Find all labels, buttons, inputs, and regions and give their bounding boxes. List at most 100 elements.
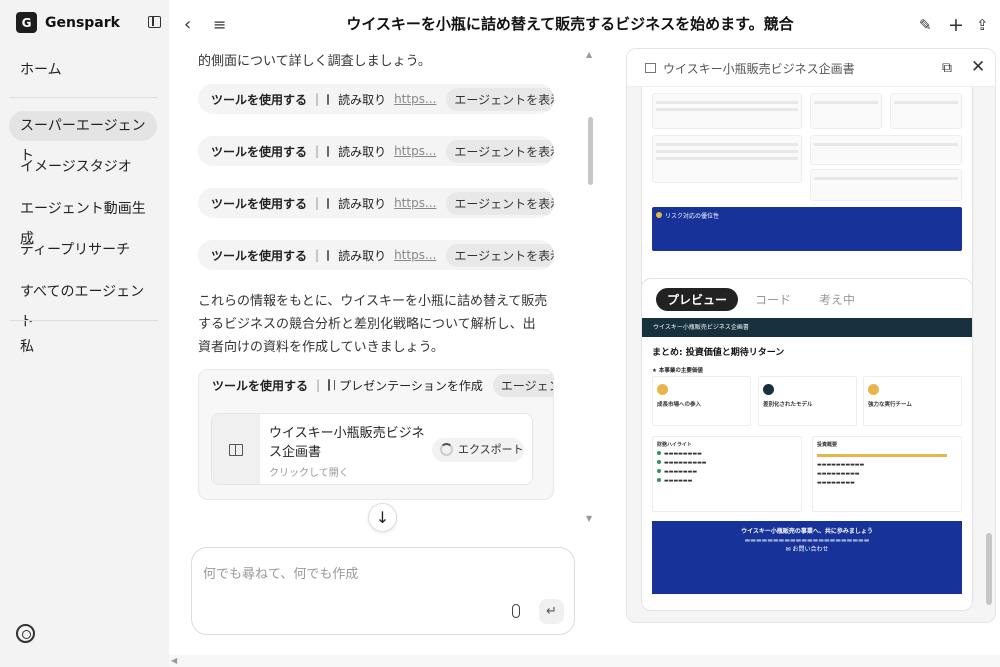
- slide-header-bar: ウイスキー小瓶販売ビジネス企画書: [642, 318, 972, 337]
- slide-mini-card: [890, 93, 962, 129]
- tool-call-pill[interactable]: ツールを使用する | 読み取り https... エージェントを表示: [198, 240, 554, 270]
- scroll-to-bottom-button[interactable]: ↓: [368, 503, 397, 532]
- sidebar-item-agent-video[interactable]: エージェント動画生成: [9, 194, 157, 247]
- source-link[interactable]: https...: [394, 92, 436, 106]
- page-title: ウイスキーを小瓶に詰め替えて販売するビジネスを始めます。競合: [346, 15, 794, 33]
- value-card: 成長市場への参入: [652, 376, 751, 426]
- share-icon[interactable]: ⇪: [976, 14, 989, 36]
- tool-card-header[interactable]: ツールを使用する | プレゼンテーションを作成 エージェントを表示: [199, 370, 553, 400]
- bullet-icon: [657, 469, 661, 473]
- view-agent-button[interactable]: エージェントを表示: [446, 243, 554, 267]
- tool-call-pill[interactable]: ツールを使用する | 読み取り https... エージェントを表示: [198, 136, 554, 166]
- tool-action: 読み取り: [338, 196, 387, 211]
- value-card-icon: [657, 384, 668, 395]
- bullet-icon: [657, 460, 661, 464]
- document-icon: [327, 249, 330, 261]
- sidebar-item-image-studio[interactable]: イメージスタジオ: [9, 152, 157, 182]
- attach-icon[interactable]: [512, 604, 520, 618]
- file-open-hint: クリックして開く: [269, 468, 349, 479]
- brand[interactable]: G Genspark: [16, 12, 120, 33]
- preview-panel: ウイスキー小瓶販売ビジネス企画書 ⧉ ✕ リスク対応の優位性 プレビュー コード…: [626, 48, 996, 623]
- panel-title: ウイスキー小瓶販売ビジネス企画書: [663, 62, 855, 76]
- back-icon[interactable]: ‹: [184, 14, 191, 36]
- presentation-file-card[interactable]: ウイスキー小瓶販売ビジネス企画書 クリックして開く エクスポート: [211, 413, 533, 485]
- separator: |: [315, 144, 320, 158]
- export-button[interactable]: エクスポート: [432, 438, 524, 462]
- chat-scrollbar-thumb[interactable]: [588, 117, 593, 185]
- sidebar-item-super-agent[interactable]: スーパーエージェント: [9, 111, 157, 164]
- slide-mini-card: [652, 93, 802, 129]
- view-agent-button[interactable]: エージェントを表示: [492, 373, 553, 397]
- slide-mini-card: [810, 169, 962, 201]
- view-agent-button[interactable]: エージェントを表示: [446, 87, 554, 111]
- source-link[interactable]: https...: [394, 196, 436, 210]
- slide-mini-card: [652, 135, 802, 183]
- separator: |: [315, 92, 320, 106]
- sidebar-item-me[interactable]: 私: [9, 332, 157, 362]
- open-external-icon[interactable]: ⧉: [942, 60, 952, 76]
- horizontal-scrollbar[interactable]: ◀: [169, 655, 1000, 667]
- new-chat-icon[interactable]: +: [948, 14, 964, 36]
- view-agent-button[interactable]: エージェントを表示: [446, 191, 554, 215]
- bullet-icon: [657, 451, 661, 455]
- file-icon-box: [212, 414, 260, 484]
- document-icon: [327, 93, 330, 105]
- scroll-left-arrow-icon[interactable]: ◀: [171, 656, 177, 665]
- slide-cta-banner: ウイスキー小瓶販売の事業へ、共に歩みましょう ▬▬▬▬▬▬▬▬▬▬▬▬▬▬▬▬▬…: [652, 521, 962, 594]
- progress-line: [817, 454, 947, 457]
- financial-highlights-box: 財務ハイライト ▬▬▬▬▬▬▬▬ ▬▬▬▬▬▬▬▬▬ ▬▬▬▬▬▬▬ ▬▬▬▬▬…: [652, 436, 802, 512]
- menu-icon[interactable]: ≡: [213, 14, 226, 36]
- presentation-icon: [645, 63, 656, 73]
- send-button[interactable]: ↵: [539, 599, 564, 624]
- tool-call-pill[interactable]: ツールを使用する | 読み取り https... エージェントを表示: [198, 188, 554, 218]
- slide-risk-banner: リスク対応の優位性: [652, 207, 962, 251]
- preview-tabs: プレビュー コード 考え中: [656, 288, 866, 311]
- chat-input-box[interactable]: 何でも尋ねて、何でも作成 ↵: [191, 547, 575, 635]
- sidebar: G Genspark ホーム スーパーエージェント イメージスタジオ エージェン…: [0, 0, 169, 667]
- tab-code[interactable]: コード: [744, 288, 802, 311]
- sidebar-divider: [9, 320, 158, 321]
- slide-cta-title: ウイスキー小瓶販売の事業へ、共に歩みましょう: [741, 528, 873, 535]
- view-agent-button[interactable]: エージェントを表示: [446, 139, 554, 163]
- chat-thread: 的側面について詳しく調査しましょう。 ツールを使用する | 読み取り https…: [184, 44, 584, 524]
- tab-thinking[interactable]: 考え中: [808, 288, 866, 311]
- file-title: ウイスキー小瓶販売ビジネス企画書: [269, 426, 425, 460]
- source-link[interactable]: https...: [394, 248, 436, 262]
- loading-spinner-icon: [440, 443, 453, 456]
- sidebar-item-deep-research[interactable]: ディープリサーチ: [9, 235, 157, 265]
- value-card-title: 強力な実行チーム: [868, 402, 912, 408]
- tool-call-prefix: ツールを使用する: [211, 248, 308, 263]
- brand-name: Genspark: [45, 14, 120, 31]
- bullet-icon: [656, 212, 662, 218]
- sidebar-divider: [9, 97, 158, 98]
- slide-cta-link: お問い合わせ: [792, 546, 829, 553]
- tool-action: プレゼンテーションを作成: [339, 378, 483, 393]
- slide-mini-card: [810, 93, 882, 129]
- sidebar-collapse-icon[interactable]: [148, 16, 161, 28]
- edit-icon[interactable]: ✎: [919, 14, 932, 36]
- sidebar-item-all-agents[interactable]: すべてのエージェント: [9, 277, 157, 330]
- scroll-down-arrow-icon[interactable]: ▼: [586, 514, 592, 523]
- tool-call-prefix: ツールを使用する: [212, 378, 309, 393]
- scroll-up-arrow-icon[interactable]: ▲: [586, 50, 592, 59]
- panel-scrollbar-thumb[interactable]: [986, 533, 992, 605]
- message-text: これらの情報をもとに、ウイスキーを小瓶に詰め替えて販売するビジネスの競合分析と差…: [198, 294, 548, 355]
- sidebar-item-home[interactable]: ホーム: [9, 55, 157, 85]
- book-icon: [229, 444, 243, 456]
- value-card-title: 差別化されたモデル: [763, 402, 813, 408]
- close-icon[interactable]: ✕: [971, 57, 985, 77]
- tool-action: 読み取り: [338, 92, 387, 107]
- presentation-tool-card: ツールを使用する | プレゼンテーションを作成 エージェントを表示 ウイスキー小…: [198, 369, 554, 500]
- settings-icon[interactable]: [16, 624, 35, 643]
- separator: |: [315, 196, 320, 210]
- slide-risk-banner-title: リスク対応の優位性: [665, 213, 720, 220]
- value-card: 強力な実行チーム: [863, 376, 962, 426]
- tool-call-prefix: ツールを使用する: [211, 92, 308, 107]
- genspark-logo-icon: G: [16, 12, 37, 33]
- source-link[interactable]: https...: [394, 144, 436, 158]
- panel-header: ウイスキー小瓶販売ビジネス企画書 ⧉ ✕: [627, 49, 995, 87]
- document-icon: [327, 145, 330, 157]
- tool-call-pill[interactable]: ツールを使用する | 読み取り https... エージェントを表示: [198, 84, 554, 114]
- tab-preview[interactable]: プレビュー: [656, 288, 739, 311]
- investment-overview-box: 投資概要 ▬▬▬▬▬▬▬▬▬▬ ▬▬▬▬▬▬▬▬▬ ▬▬▬▬▬▬▬▬: [812, 436, 962, 512]
